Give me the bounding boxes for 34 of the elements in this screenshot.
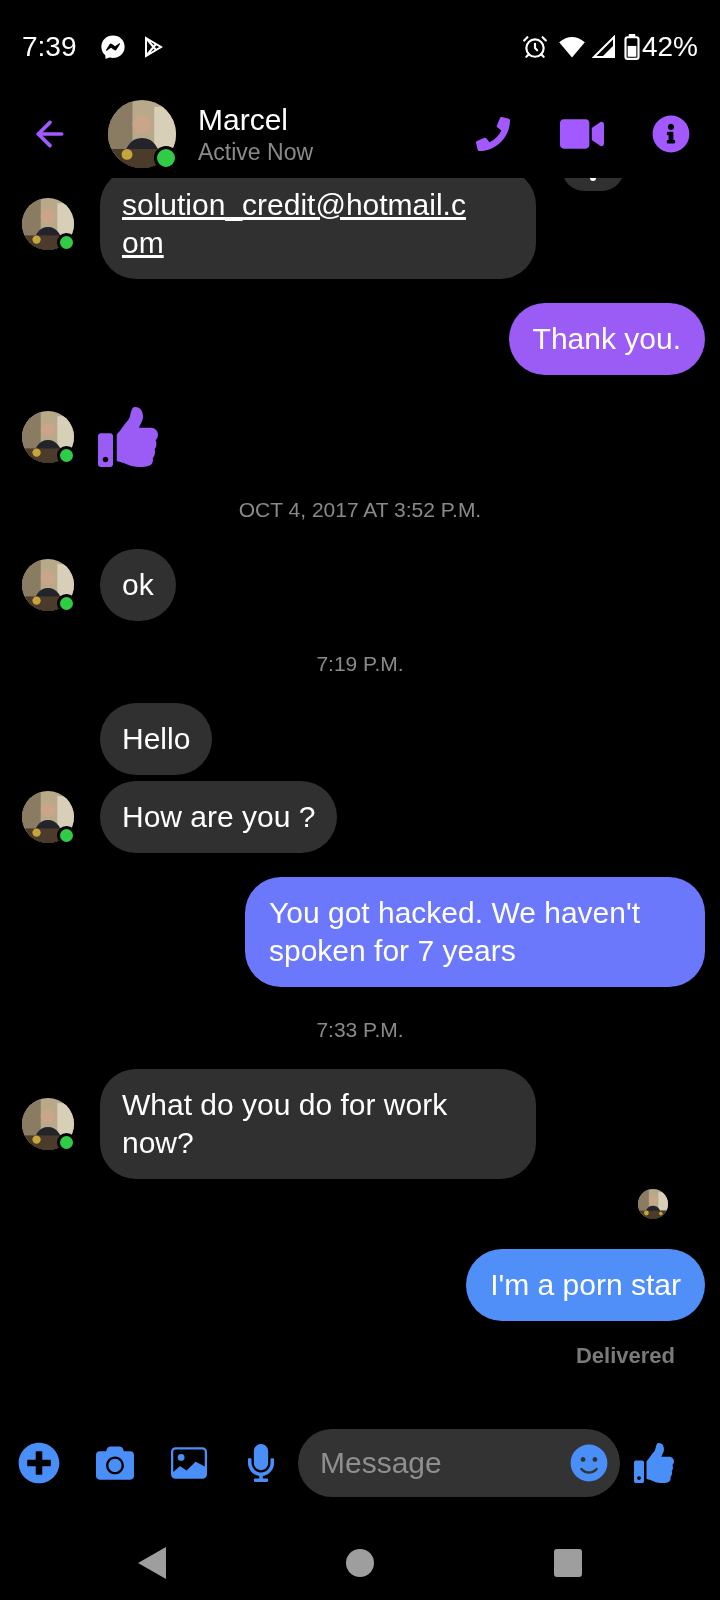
gallery-button[interactable] [170, 1444, 208, 1481]
email-link[interactable]: solution_credit@hotmail.com [122, 186, 482, 262]
battery-percentage: 42% [641, 30, 698, 64]
camera-button[interactable] [94, 1443, 136, 1482]
like-button[interactable] [634, 1442, 674, 1483]
message-bubble: How are you ? [100, 781, 338, 853]
timestamp: OCT 4, 2017 AT 3:52 P.M. [238, 497, 482, 523]
alarm-icon [521, 34, 548, 60]
message-bubble: What do you do for work now? [100, 1069, 536, 1179]
back-nav-icon[interactable] [138, 1546, 166, 1579]
contact-status: Active Now [198, 138, 314, 168]
info-button[interactable] [652, 115, 690, 153]
microphone-button[interactable] [246, 1443, 276, 1482]
message-bubble: Hello [100, 703, 213, 775]
add-button[interactable] [18, 1441, 60, 1484]
message-field[interactable]: Message [298, 1428, 620, 1497]
delivery-status: Delivered [575, 1342, 675, 1370]
signal-icon [591, 35, 616, 59]
phone-button[interactable] [476, 117, 510, 151]
messenger-icon [100, 35, 125, 59]
message-input[interactable]: Message [320, 1440, 570, 1485]
emoji-icon[interactable] [570, 1443, 608, 1482]
thumbs-up-icon [98, 407, 158, 467]
timestamp: 7:19 P.M. [316, 651, 404, 677]
message-bubble: ok [100, 549, 176, 621]
message-bubble: You got hacked. We haven't spoken for 7 years [245, 877, 705, 987]
timestamp: 7:33 P.M. [316, 1017, 404, 1043]
battery-icon [623, 34, 640, 60]
message-bubble: I'm a porn star [466, 1249, 705, 1321]
home-nav-icon[interactable] [346, 1548, 374, 1577]
clock: 7:39 [22, 30, 77, 64]
recents-nav-icon[interactable] [554, 1548, 582, 1577]
contact-name: Marcel [198, 101, 289, 138]
message-bubble: Thank you. [508, 303, 705, 375]
